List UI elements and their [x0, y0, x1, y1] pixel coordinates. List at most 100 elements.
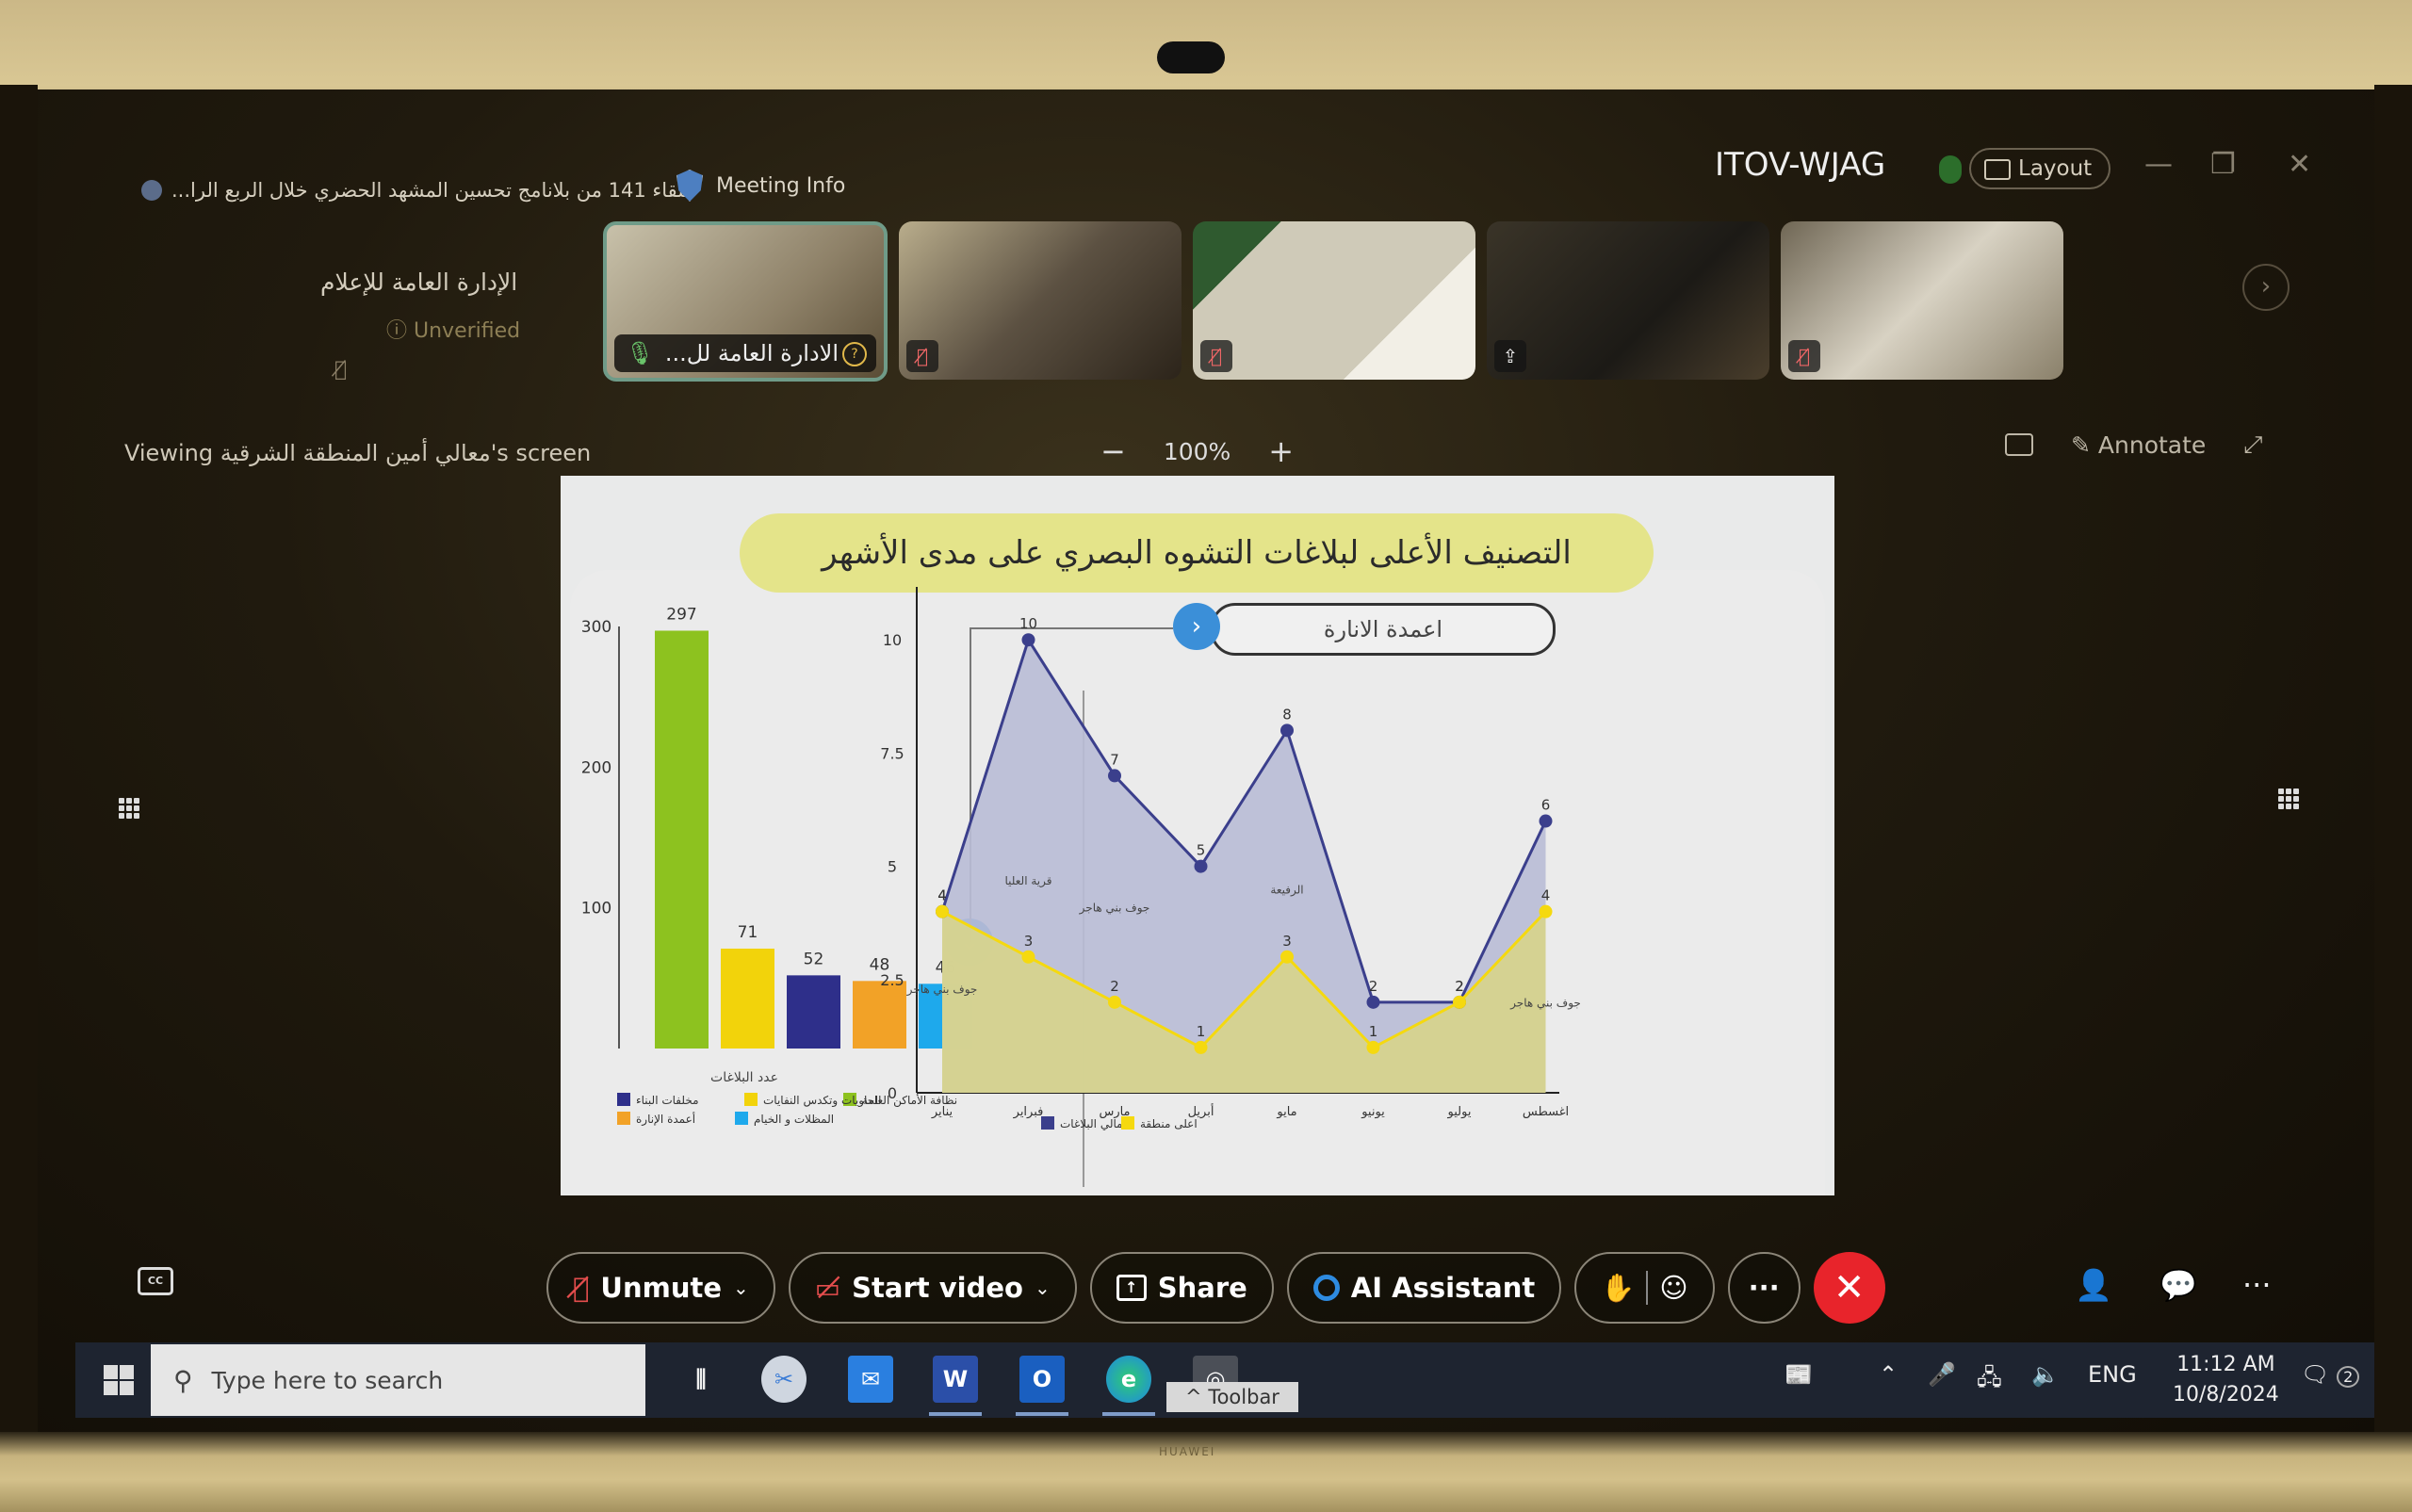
- participants-panel-icon[interactable]: 👤: [2075, 1267, 2112, 1303]
- data-point: [1539, 814, 1553, 828]
- line-x-tick-label: مايو: [1276, 1105, 1296, 1119]
- more-options-button[interactable]: ···: [1727, 1252, 1801, 1324]
- line-y-tick-label: 0: [888, 1084, 897, 1102]
- video-off-icon: ▭̸: [814, 1272, 841, 1304]
- screen-share-icon: ⇪: [1494, 340, 1526, 372]
- restore-button[interactable]: ❐: [2210, 148, 2236, 181]
- data-label: 6: [1541, 797, 1551, 814]
- line-y-tick-label: 5: [888, 858, 897, 876]
- participant-tile[interactable]: 🎙̸: [1781, 221, 2063, 380]
- more-icon[interactable]: ···: [2242, 1267, 2272, 1303]
- app-running-indicator: [1102, 1412, 1155, 1416]
- chevron-down-icon[interactable]: ⌄: [1035, 1276, 1051, 1299]
- participant-tile[interactable]: ⇪: [1487, 221, 1769, 380]
- snipping-tool-icon[interactable]: ✂: [761, 1356, 807, 1403]
- zoom-in-button[interactable]: +: [1268, 433, 1294, 469]
- bar-legend-label: مخلفات البناء: [636, 1094, 699, 1107]
- monitor-bezel-left: [0, 85, 38, 1441]
- close-button[interactable]: ✕: [2288, 148, 2311, 181]
- participant-tile[interactable]: 🎙 الادارة العامة لل... ?: [603, 221, 888, 382]
- bar-y-tick-label: 200: [581, 758, 611, 777]
- clock-time: 11:12 AM: [2176, 1353, 2275, 1376]
- share-button[interactable]: ↑ Share: [1089, 1252, 1274, 1324]
- bar-value-label: 297: [666, 605, 696, 624]
- line-x-tick-label: يناير: [931, 1105, 953, 1119]
- task-view-icon[interactable]: ⫼: [678, 1356, 724, 1403]
- grid-view-icon[interactable]: [119, 798, 139, 819]
- muted-mic-icon: 🎙̸: [906, 340, 938, 372]
- monitor-screen: اللقاء 141 من بلانامج تحسين المشهد الحضر…: [38, 89, 2374, 1437]
- region-annotation: جوف بني هاجر: [906, 983, 978, 997]
- line-chart: 02.557.5104107582 2643213124قرية العلياجو…: [880, 587, 1581, 1130]
- bar-value-label: 71: [738, 923, 758, 942]
- layout-button[interactable]: Layout: [1969, 148, 2111, 189]
- region-annotation: جوف بني هاجر: [1509, 997, 1581, 1011]
- ai-assistant-button[interactable]: AI Assistant: [1286, 1252, 1562, 1324]
- chevron-down-icon[interactable]: ⌄: [733, 1276, 749, 1299]
- data-label: 1: [1369, 1023, 1378, 1040]
- slide-charts: 10020030029771524846عدد البلاغاتنظافة ال…: [581, 587, 1581, 1187]
- fullscreen-icon[interactable]: ⤢: [2243, 431, 2262, 459]
- minimize-button[interactable]: —: [2144, 148, 2173, 181]
- line-y-tick-label: 2.5: [880, 971, 904, 989]
- network-icon[interactable]: 🖧: [1977, 1361, 2002, 1400]
- pen-icon: ✎: [2071, 431, 2098, 459]
- word-icon[interactable]: W: [933, 1356, 978, 1403]
- annotate-button[interactable]: ✎ Annotate: [2071, 431, 2206, 459]
- raise-hand-icon[interactable]: ✋: [1601, 1272, 1635, 1305]
- bar-chart: 10020030029771524846عدد البلاغاتنظافة ال…: [581, 605, 972, 1127]
- participant-tile[interactable]: 🎙̸: [1193, 221, 1475, 380]
- data-label: 2: [1369, 978, 1378, 995]
- meeting-info-button[interactable]: Meeting Info: [676, 170, 845, 202]
- mic-icon: 🎙: [626, 340, 655, 366]
- muted-mic-icon: 🎙̸: [334, 358, 348, 382]
- self-verification-status: ⓘ Unverified: [386, 319, 521, 343]
- app-logo-icon: [141, 180, 162, 201]
- bar: [787, 975, 840, 1049]
- bar-legend-label: المظلات و الخيام: [754, 1113, 834, 1127]
- taskbar-clock[interactable]: 11:12 AM 10/8/2024: [2173, 1350, 2279, 1410]
- grid-view-icon[interactable]: [2278, 789, 2299, 809]
- microphone-icon[interactable]: 🎤: [1928, 1361, 1956, 1388]
- webcam: [1157, 41, 1225, 73]
- notifications-button[interactable]: 🗨 2: [2301, 1361, 2360, 1388]
- mail-icon[interactable]: ✉: [848, 1356, 893, 1403]
- layout-icon: [1984, 159, 2011, 180]
- zoom-out-button[interactable]: −: [1100, 433, 1126, 469]
- muted-mic-icon: 🎙̸: [573, 1272, 590, 1304]
- unmute-button[interactable]: 🎙̸ Unmute ⌄: [546, 1252, 775, 1324]
- app-running-indicator: [929, 1412, 982, 1416]
- line-y-tick-label: 7.5: [880, 744, 904, 762]
- bar-y-tick-label: 300: [581, 618, 611, 637]
- start-video-button[interactable]: ▭̸ Start video ⌄: [788, 1252, 1077, 1324]
- leave-meeting-button[interactable]: ✕: [1813, 1252, 1885, 1324]
- data-point: [1366, 995, 1380, 1009]
- taskbar-search-box[interactable]: ⚲ Type here to search: [151, 1344, 645, 1416]
- data-point: [1539, 904, 1553, 919]
- data-point: [1280, 950, 1294, 964]
- reactions-group: ✋ ☺: [1574, 1252, 1715, 1324]
- participant-label: 🎙 الادارة العامة لل... ?: [614, 334, 876, 372]
- next-participants-button[interactable]: ›: [2242, 264, 2290, 311]
- question-icon: ⓘ: [386, 319, 414, 343]
- news-widget-icon[interactable]: 📰: [1785, 1361, 1813, 1388]
- data-point: [1108, 769, 1121, 783]
- participant-tile[interactable]: 🎙̸: [899, 221, 1182, 380]
- captions-button[interactable]: CC: [138, 1267, 173, 1295]
- data-label: 4: [937, 887, 947, 904]
- language-indicator[interactable]: ENG: [2088, 1361, 2137, 1388]
- windows-start-button[interactable]: [104, 1365, 134, 1395]
- chat-icon[interactable]: 💬: [2159, 1267, 2197, 1303]
- add-reaction-icon[interactable]: ☺: [1659, 1272, 1687, 1304]
- remote-control-icon[interactable]: [2005, 433, 2033, 456]
- outlook-icon[interactable]: O: [1019, 1356, 1065, 1403]
- bar-legend-swatch: [617, 1112, 630, 1125]
- meeting-info-label: Meeting Info: [716, 173, 846, 198]
- viewing-label: Viewing معالي أمين المنطقة الشرقية's scr…: [124, 440, 592, 466]
- chevron-up-icon[interactable]: ⌃: [1879, 1361, 1898, 1388]
- line-x-tick-label: اغسطس: [1523, 1105, 1569, 1119]
- bar: [655, 630, 709, 1049]
- edge-icon[interactable]: e: [1106, 1356, 1151, 1403]
- volume-icon[interactable]: 🔈: [2031, 1361, 2060, 1388]
- monitor-brand: HUAWEI: [1159, 1445, 1216, 1458]
